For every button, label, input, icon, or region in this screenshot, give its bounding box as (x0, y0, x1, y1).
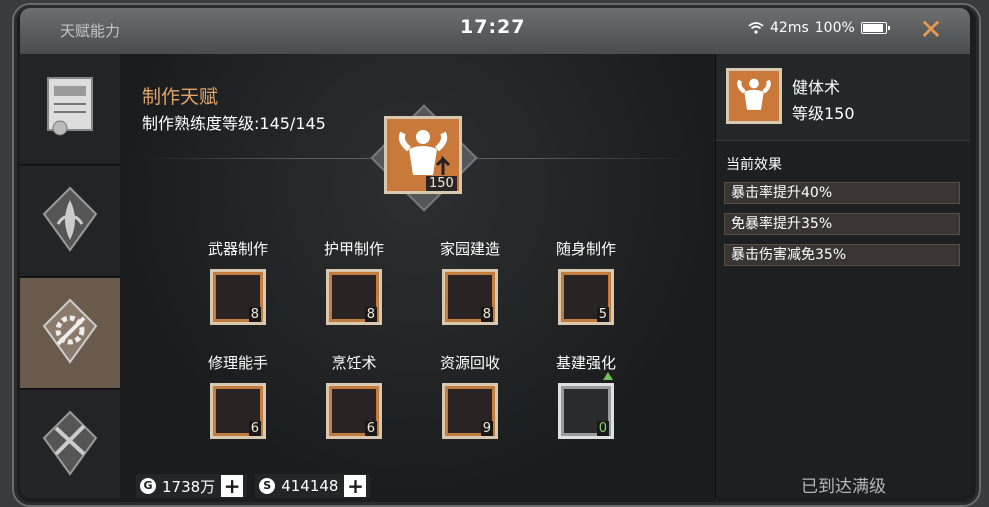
wrench-hammer-icon (42, 410, 98, 476)
skill-label: 武器制作 (207, 240, 268, 258)
effect-item: 免暴率提升35% (724, 213, 960, 235)
armor-icon: 8 (326, 269, 382, 325)
certificate-icon (47, 77, 93, 136)
silver-resource: S 414148 + (255, 474, 371, 498)
skill-recycling[interactable]: 资源回收 9 (430, 352, 510, 439)
cooking-icon: 6 (326, 383, 382, 439)
effects-title: 当前效果 (726, 157, 782, 173)
top-bar: 天赋能力 17:27 42ms 100% ✕ (20, 8, 970, 54)
talent-name: 健体术 (792, 78, 841, 97)
screwdriver-icon: 9 (442, 383, 498, 439)
detail-header: 健体术 等级150 (716, 54, 970, 141)
build-icon: 8 (442, 269, 498, 325)
add-silver-button[interactable]: + (344, 475, 367, 497)
skill-label: 基建强化 (555, 354, 616, 372)
main-panel: 制作天赋 制作熟练度等级:145/145 150 武器制作 8 护甲制作 8 家… (120, 54, 715, 498)
sidebar (20, 54, 120, 498)
effect-item: 暴击伤害减免35% (724, 244, 960, 266)
skill-level: 8 (248, 307, 261, 322)
sidebar-item-plant[interactable] (20, 166, 120, 277)
gold-coin-icon: G (140, 478, 156, 494)
status-area: 42ms 100% (748, 20, 890, 36)
skill-portable-crafting[interactable]: 随身制作 5 (546, 238, 626, 325)
upgrade-arrow-icon (603, 372, 613, 380)
skill-level: 0 (596, 421, 609, 436)
talent-level: 等级150 (792, 104, 855, 123)
skill-level: 5 (596, 307, 609, 322)
skill-label: 随身制作 (555, 240, 616, 258)
skill-label: 修理能手 (207, 354, 268, 372)
silver-amount: 414148 (281, 477, 339, 495)
skill-level: 8 (364, 307, 377, 322)
ping-text: 42ms (770, 20, 809, 36)
skill-label: 资源回收 (439, 354, 500, 372)
effect-item: 暴击率提升40% (724, 182, 960, 204)
skill-level: 8 (480, 307, 493, 322)
battery-text: 100% (814, 20, 855, 36)
gold-amount: 1738万 (162, 477, 216, 496)
silver-coin-icon: S (259, 478, 276, 494)
window-title: 天赋能力 (60, 22, 121, 40)
toolbox-icon: 5 (558, 269, 614, 325)
skill-level: 6 (248, 421, 261, 436)
skill-weapon-crafting[interactable]: 武器制作 8 (198, 238, 278, 325)
wifi-icon (748, 22, 764, 34)
gun-icon: 8 (210, 269, 266, 325)
max-level-status: 已到达满级 (801, 477, 886, 497)
page-title: 制作天赋 (142, 86, 219, 108)
skill-cooking[interactable]: 烹饪术 6 (314, 352, 394, 439)
gear-hammer-icon (42, 298, 98, 364)
calculator-icon: 6 (210, 383, 266, 439)
proficiency-text: 制作熟练度等级:145/145 (142, 114, 326, 133)
skill-level: 6 (364, 421, 377, 436)
muscle-man-icon (726, 68, 782, 124)
skill-repair[interactable]: 修理能手 6 (198, 352, 278, 439)
skill-label: 烹饪术 (331, 354, 377, 372)
hero-level: 150 (426, 176, 457, 191)
skill-label: 护甲制作 (323, 240, 384, 258)
detail-panel: 健体术 等级150 当前效果 暴击率提升40% 免暴率提升35% 暴击伤害减免3… (715, 54, 970, 498)
skill-infrastructure[interactable]: 基建强化 0 (546, 352, 626, 439)
skill-armor-crafting[interactable]: 护甲制作 8 (314, 238, 394, 325)
sidebar-item-certificate[interactable] (20, 54, 120, 165)
battery-icon (860, 22, 890, 34)
resource-bar: G 1738万 + S 414148 + (136, 474, 371, 498)
add-gold-button[interactable]: + (221, 475, 244, 497)
gold-resource: G 1738万 + (136, 474, 248, 498)
skill-label: 家园建造 (439, 240, 500, 258)
road-icon: 0 (558, 372, 614, 439)
sidebar-item-crafting[interactable] (20, 278, 120, 389)
screen: 天赋能力 17:27 42ms 100% ✕ 制作天赋 制作熟练度等级:145/… (20, 8, 970, 498)
clock: 17:27 (460, 16, 526, 38)
sidebar-item-tools[interactable] (20, 390, 120, 498)
hero-talent[interactable]: 150 (368, 102, 478, 212)
skill-level: 9 (480, 421, 493, 436)
leaf-icon (42, 186, 98, 252)
skill-home-building[interactable]: 家园建造 8 (430, 238, 510, 325)
close-icon[interactable]: ✕ (915, 14, 947, 46)
